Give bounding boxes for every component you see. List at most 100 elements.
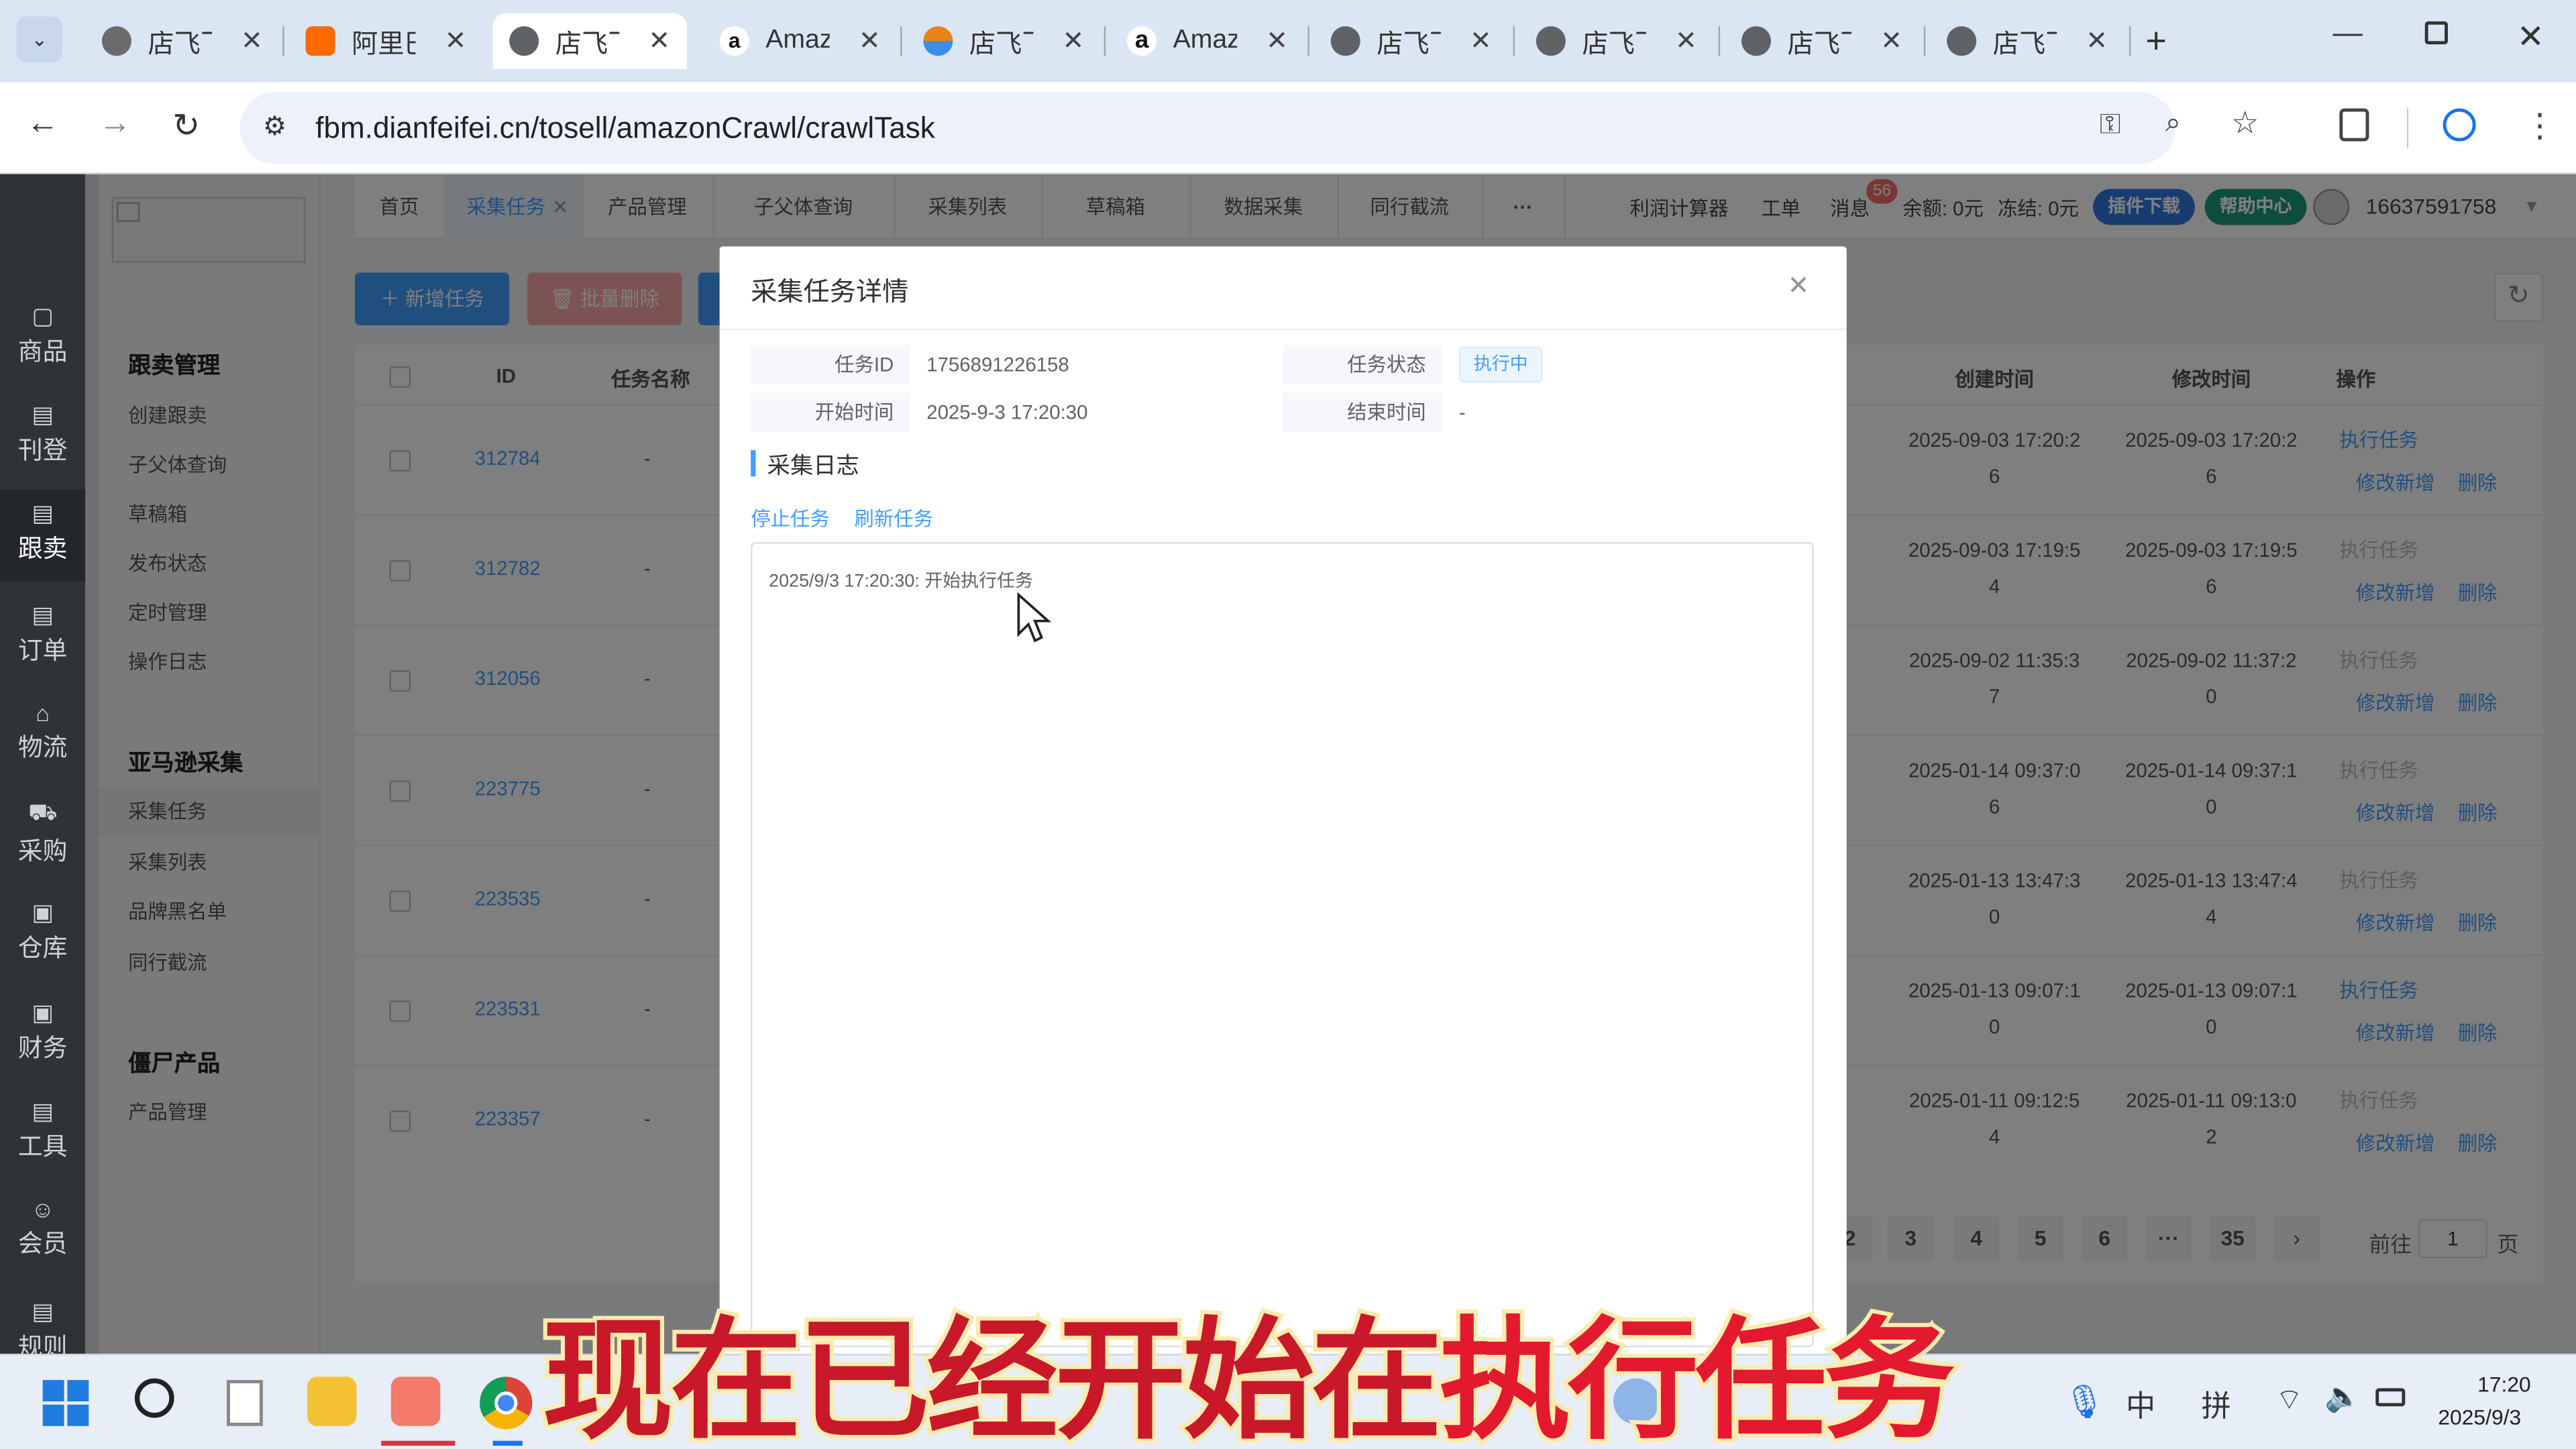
browser-tab[interactable]: a Amazon ✕ <box>703 13 897 69</box>
ime-mode-chinese[interactable]: 中 <box>2126 1383 2155 1426</box>
dialog-divider <box>719 328 1847 331</box>
task-status-label: 任务状态 <box>1283 345 1443 385</box>
file-explorer-icon[interactable] <box>307 1377 357 1426</box>
close-icon[interactable]: ✕ <box>1788 270 1810 303</box>
active-app-indicator <box>381 1440 455 1446</box>
browser-tab[interactable]: 店飞飞 ✕ <box>1725 13 1919 69</box>
new-tab-icon[interactable]: + <box>2145 19 2166 62</box>
tab-divider <box>1513 26 1515 56</box>
end-time-label: 结束时间 <box>1283 392 1443 433</box>
section-marker <box>751 450 756 477</box>
back-icon[interactable]: ← <box>26 105 59 143</box>
tab-divider <box>1923 26 1926 56</box>
feishu-icon[interactable] <box>390 1377 441 1426</box>
stop-task-button[interactable]: 停止任务 <box>751 504 830 533</box>
minimize-icon[interactable]: — <box>2333 16 2363 50</box>
rail-item-purchase[interactable]: ⛟ 采购 <box>0 798 85 880</box>
browser-tab[interactable]: 店飞飞 ✕ <box>1314 13 1508 69</box>
site-info-icon[interactable]: ⚙ <box>263 110 286 143</box>
start-time-label: 开始时间 <box>751 392 910 433</box>
ime-pinyin[interactable]: 拼 <box>2202 1383 2231 1426</box>
microphone-icon[interactable]: 🎙 <box>2063 1382 2105 1423</box>
close-tab-icon[interactable]: ✕ <box>1063 25 1085 58</box>
tab-divider <box>1307 26 1309 56</box>
extensions-icon[interactable] <box>2339 108 2369 142</box>
file-icon[interactable] <box>226 1380 263 1426</box>
chrome-icon[interactable] <box>480 1377 533 1430</box>
close-tab-icon[interactable]: ✕ <box>241 25 263 58</box>
warehouse-icon: ▣ <box>32 898 54 925</box>
close-tab-icon[interactable]: ✕ <box>445 25 467 58</box>
password-key-icon[interactable]: ⚿ <box>2100 109 2121 142</box>
globe-icon <box>1330 26 1360 56</box>
rail-item-publish[interactable]: ▤ 刊登 <box>0 401 85 483</box>
rail-item-order[interactable]: ▤ 订单 <box>0 601 85 683</box>
rail-item-warehouse[interactable]: ▣ 仓库 <box>0 899 85 981</box>
browser-tab[interactable]: a Amazon ✕ <box>1111 13 1305 69</box>
task-detail-dialog: 采集任务详情 ✕ 任务ID 1756891226158 任务状态 执行中 开始时… <box>719 246 1847 1364</box>
clock-date[interactable]: 2025/9/3 <box>2438 1405 2521 1430</box>
app-rail: ▢ 商品 ▤ 刊登 ▤ 跟卖 ▤ 订单 ⌂ 物流 ⛟ 采购 ▣ 仓库 ▣ 财务 ▤ 工具 ☺ 会员 <box>0 174 86 1449</box>
clock-time[interactable]: 17:20 <box>2477 1372 2531 1397</box>
publish-icon: ▤ <box>32 400 54 427</box>
close-tab-icon[interactable]: ✕ <box>859 25 881 58</box>
globe-icon <box>1536 26 1566 56</box>
close-tab-icon[interactable]: ✕ <box>648 25 670 58</box>
omnibox[interactable]: ⚙ fbm.dianfeifei.cn/tosell/amazonCrawl/c… <box>239 92 2259 164</box>
restore-icon[interactable] <box>2424 21 2449 45</box>
search-icon[interactable] <box>134 1378 174 1418</box>
browser-tab[interactable]: 店飞飞 ✕ <box>1519 13 1713 69</box>
address-bar-row: ← → ↻ ⚙ fbm.dianfeifei.cn/tosell/amazonC… <box>0 82 2576 174</box>
tab-divider <box>900 26 902 56</box>
video-subtitle: 现在已经开始在执行任务 <box>538 1275 1959 1449</box>
battery-icon[interactable] <box>2375 1388 2406 1407</box>
rail-item-logistics[interactable]: ⌂ 物流 <box>0 700 85 782</box>
goods-icon: ▢ <box>32 302 54 329</box>
wifi-icon[interactable]: ⌔ <box>2275 1382 2303 1419</box>
tab-divider <box>1104 26 1106 56</box>
browser-tab[interactable]: 阿里巴巴 ✕ <box>289 13 483 69</box>
member-icon: ☺ <box>31 1195 55 1223</box>
windows-start-icon[interactable] <box>42 1380 89 1426</box>
browser-tab-active[interactable]: 店飞飞 ✕ <box>492 13 687 69</box>
finance-icon: ▣ <box>32 998 54 1026</box>
close-tab-icon[interactable]: ✕ <box>1880 25 1902 58</box>
rail-item-tools[interactable]: ▤ 工具 <box>0 1097 85 1179</box>
url-text[interactable]: fbm.dianfeifei.cn/tosell/amazonCrawl/cra… <box>315 112 935 146</box>
cart-icon: ⛟ <box>28 798 58 825</box>
browser-tab-bar: ⌄ 店飞飞 ✕ 阿里巴巴 ✕ 店飞飞 ✕ a Amazon ✕ 店飞飞 ✕ <box>0 0 2576 83</box>
browser-tab[interactable]: 店飞飞 ✕ <box>85 13 279 69</box>
tab-search-button[interactable]: ⌄ <box>16 16 63 63</box>
forward-icon[interactable]: → <box>99 105 131 143</box>
close-tab-icon[interactable]: ✕ <box>1675 25 1697 58</box>
reload-icon[interactable]: ↻ <box>172 105 200 146</box>
amazon-icon: a <box>1127 26 1157 56</box>
profile-icon[interactable] <box>2443 108 2476 142</box>
close-tab-icon[interactable]: ✕ <box>1266 25 1288 58</box>
dianfeifei-icon <box>101 26 131 56</box>
bookmark-star-icon[interactable]: ☆ <box>2231 105 2259 143</box>
close-tab-icon[interactable]: ✕ <box>1470 25 1492 58</box>
dianfeifei-color-icon <box>923 26 953 56</box>
rail-item-member[interactable]: ☺ 会员 <box>0 1196 85 1278</box>
zoom-icon[interactable]: ⌕ <box>2165 107 2181 140</box>
toolbar-divider <box>2406 108 2409 148</box>
close-window-icon[interactable]: ✕ <box>2517 16 2544 57</box>
alibaba-icon <box>305 26 335 56</box>
menu-kebab-icon[interactable]: ⋮ <box>2524 105 2557 146</box>
logistics-icon: ⌂ <box>36 700 50 727</box>
status-badge: 执行中 <box>1458 346 1543 383</box>
close-tab-icon[interactable]: ✕ <box>2086 25 2108 58</box>
rail-item-finance[interactable]: ▣ 财务 <box>0 999 85 1081</box>
subtitle-part2: 执行任务 <box>1435 1300 1959 1449</box>
browser-tab[interactable]: 店飞飞 ✕ <box>907 13 1101 69</box>
globe-icon <box>509 26 539 56</box>
refresh-task-button[interactable]: 刷新任务 <box>854 504 933 533</box>
browser-tab[interactable]: 店飞飞 ✕ <box>1931 13 2125 69</box>
log-textarea[interactable]: 2025/9/3 17:20:30: 开始执行任务 <box>751 542 1814 1348</box>
rules-icon: ▤ <box>32 1297 54 1324</box>
volume-icon[interactable]: 🔈 <box>2324 1380 2361 1414</box>
tools-icon: ▤ <box>32 1097 54 1124</box>
rail-item-follow-sell[interactable]: ▤ 跟卖 <box>0 489 86 582</box>
rail-item-goods[interactable]: ▢ 商品 <box>0 303 85 384</box>
